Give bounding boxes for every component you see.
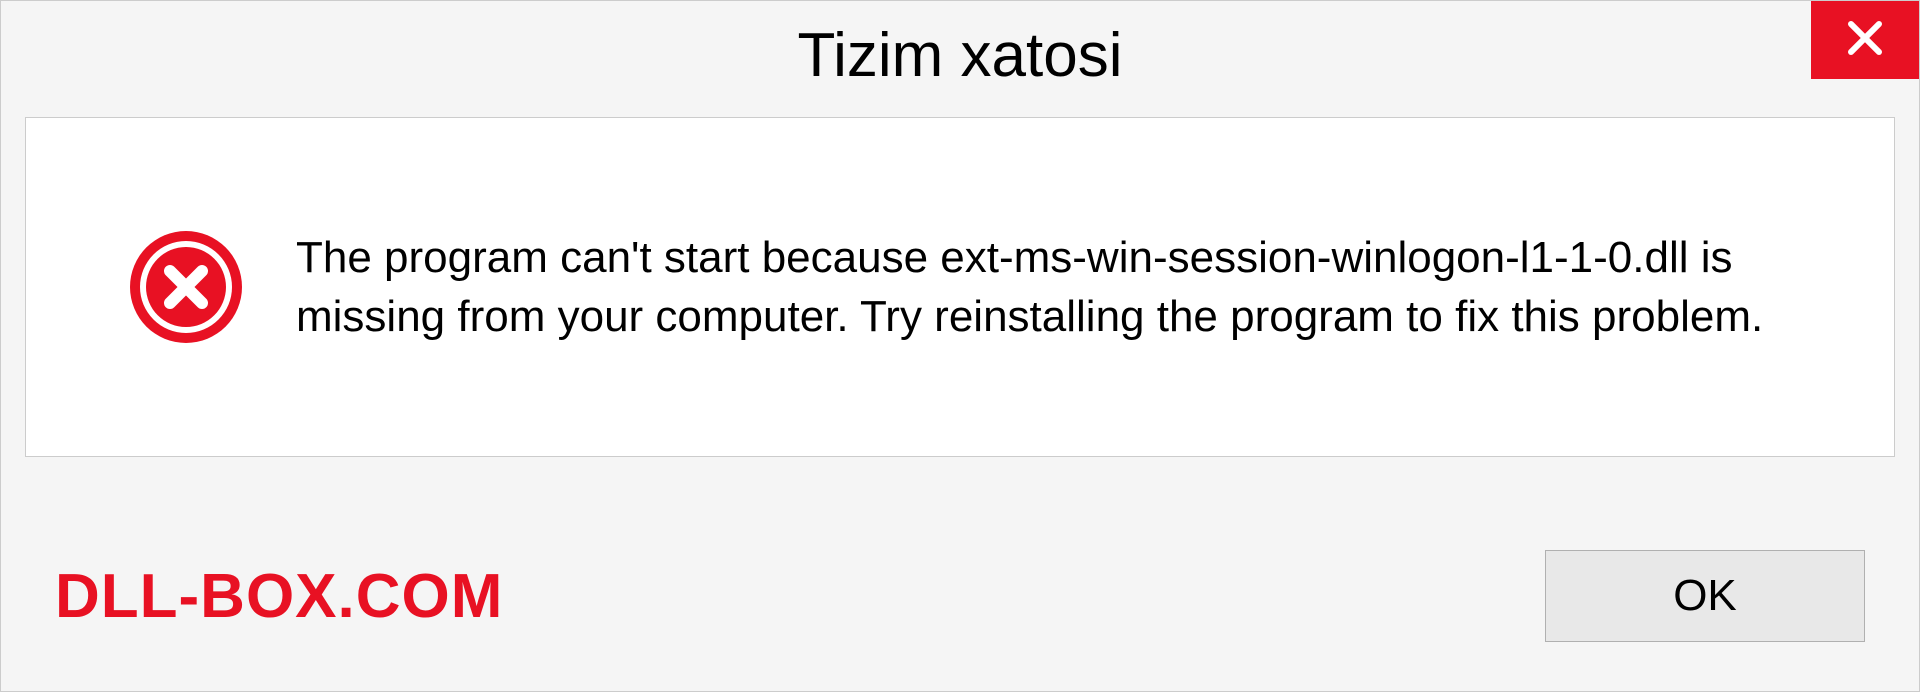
- title-bar: Tizim xatosi: [1, 1, 1919, 109]
- content-area: The program can't start because ext-ms-w…: [25, 117, 1895, 457]
- dialog-title: Tizim xatosi: [798, 20, 1123, 91]
- ok-button[interactable]: OK: [1545, 550, 1865, 642]
- error-dialog: Tizim xatosi The program can't start bec…: [0, 0, 1920, 692]
- error-message: The program can't start because ext-ms-w…: [296, 228, 1834, 347]
- footer-area: DLL-BOX.COM OK: [1, 521, 1919, 691]
- close-button[interactable]: [1811, 1, 1919, 79]
- error-icon: [126, 227, 246, 347]
- watermark-text: DLL-BOX.COM: [55, 561, 503, 632]
- close-icon: [1845, 18, 1885, 63]
